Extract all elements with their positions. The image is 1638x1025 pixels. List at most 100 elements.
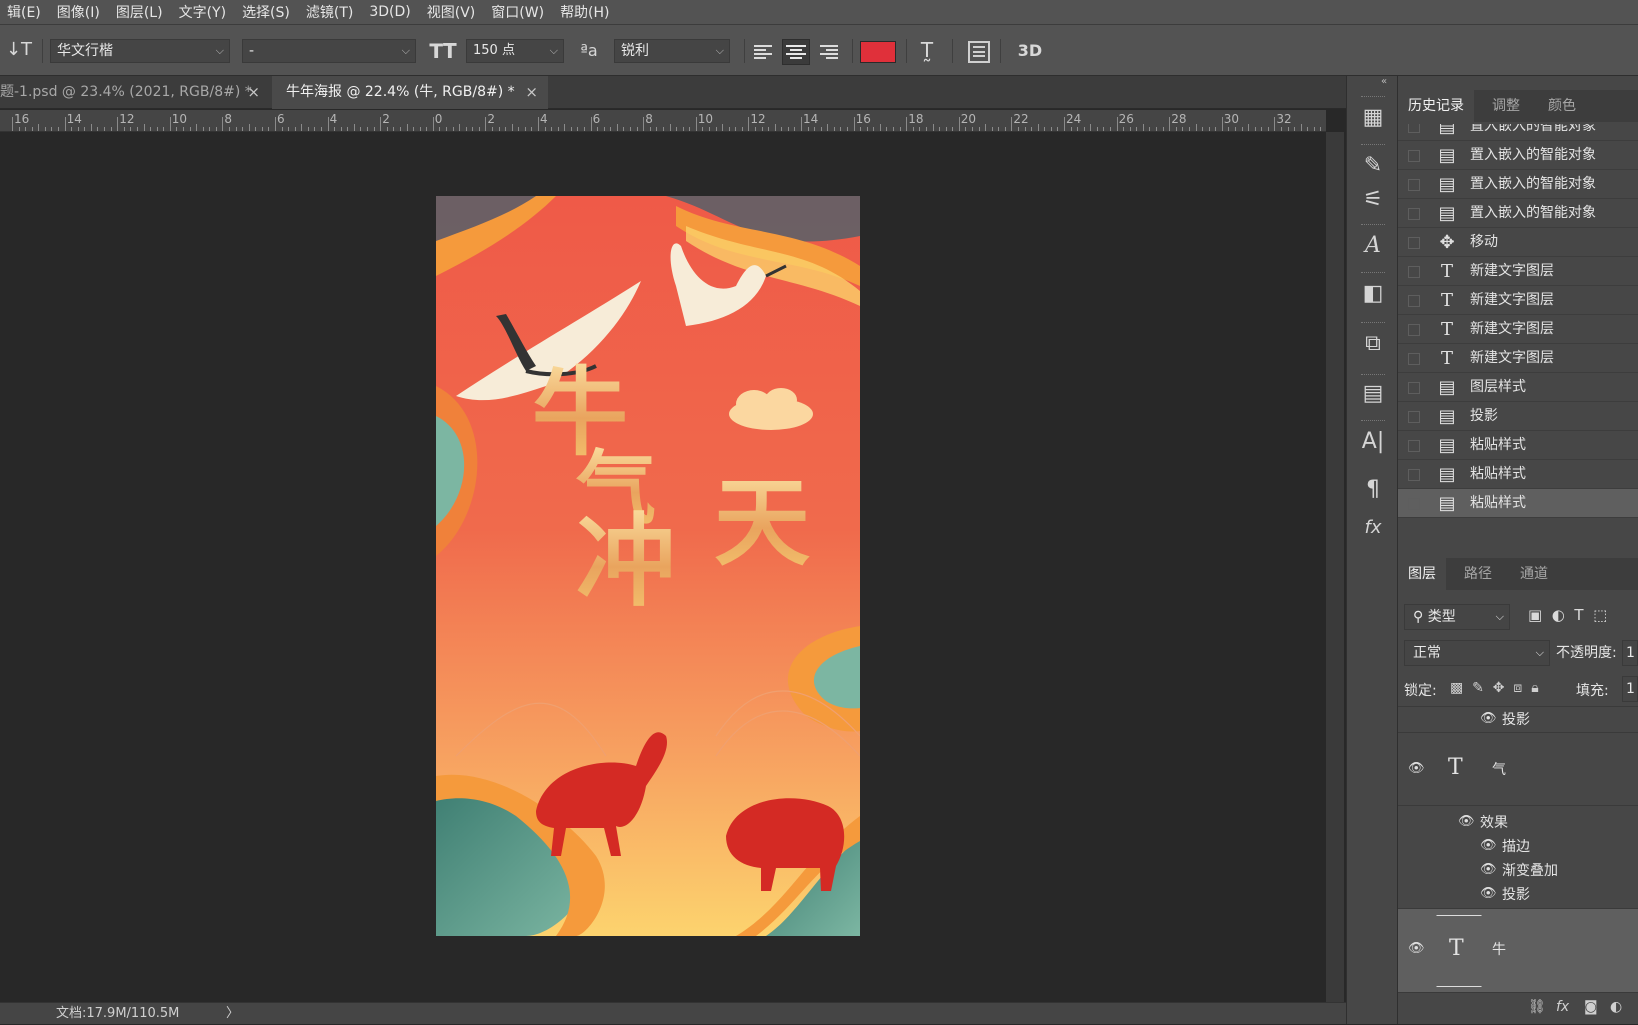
snapshot-checkbox[interactable] xyxy=(1408,179,1420,191)
brush-settings-icon[interactable]: ✎ xyxy=(1347,152,1399,180)
history-item[interactable]: T 新建文字图层 xyxy=(1398,315,1638,344)
effect-shadow-row[interactable]: 👁︎ 投影 xyxy=(1398,882,1638,906)
snapshot-checkbox[interactable] xyxy=(1408,411,1420,423)
text-color-swatch[interactable] xyxy=(860,41,896,63)
history-item[interactable]: ✥ 移动 xyxy=(1398,228,1638,257)
styles-fx-icon[interactable]: fx xyxy=(1347,514,1399,542)
3d-panel-icon[interactable]: ⧉ xyxy=(1347,330,1399,358)
filter-shape-icon[interactable]: ⬚ xyxy=(1593,606,1607,624)
filter-adjustment-icon[interactable]: ◐ xyxy=(1552,606,1565,624)
effect-stroke-row[interactable]: 👁︎ 描边 xyxy=(1398,834,1638,858)
glyphs-icon[interactable]: A xyxy=(1347,232,1399,260)
poster-artwork[interactable]: 牛 气 冲 天 xyxy=(436,196,860,936)
warp-text-icon[interactable]: T̰ xyxy=(912,38,942,62)
document-size[interactable]: 文档:17.9M/110.5M xyxy=(56,1003,179,1025)
tab-history[interactable]: 历史记录 xyxy=(1398,90,1474,122)
effect-gradient-row[interactable]: 👁︎ 渐变叠加 xyxy=(1398,858,1638,882)
eye-icon[interactable]: 👁︎ xyxy=(1408,761,1425,776)
menu-help[interactable]: 帮助(H) xyxy=(553,2,618,22)
close-icon[interactable]: × xyxy=(525,76,538,109)
libraries-icon[interactable]: ◧ xyxy=(1347,280,1399,308)
paragraph-icon[interactable]: ¶ xyxy=(1347,476,1399,504)
filter-type-icon[interactable]: T xyxy=(1574,606,1583,624)
font-style-select[interactable]: - ⌵ xyxy=(242,39,416,63)
menu-layer[interactable]: 图层(L) xyxy=(109,2,172,22)
character-icon[interactable]: A| xyxy=(1347,428,1399,456)
antialias-select[interactable]: 锐利 ⌵ xyxy=(614,39,730,63)
layer-row-niu[interactable]: 👁︎ T 牛 xyxy=(1398,908,1638,992)
adjustment-layer-icon[interactable]: ◐ xyxy=(1610,999,1622,1015)
font-family-select[interactable]: 华文行楷 ⌵ xyxy=(50,39,230,63)
horizontal-ruler[interactable]: 16 14 12 10 8 6 4 2 0 2 4 6 8 10 12 14 16 18 20 22 24 26 28 30 3… xyxy=(0,110,1326,132)
eye-icon[interactable]: 👁︎ xyxy=(1480,838,1497,853)
snapshot-checkbox[interactable] xyxy=(1408,353,1420,365)
align-left-button[interactable] xyxy=(752,42,776,62)
blend-mode-select[interactable]: 正常 ⌵ xyxy=(1404,640,1550,666)
lock-pixels-icon[interactable]: ✎ xyxy=(1472,680,1484,696)
tab-color[interactable]: 颜色 xyxy=(1538,90,1586,122)
eye-icon[interactable]: 👁︎ xyxy=(1480,711,1497,726)
eye-icon[interactable]: 👁︎ xyxy=(1458,814,1475,829)
history-item[interactable]: ▤ 粘贴样式 xyxy=(1398,431,1638,460)
properties-icon[interactable]: ▤ xyxy=(1347,380,1399,408)
snapshot-checkbox[interactable] xyxy=(1408,469,1420,481)
menu-filter[interactable]: 滤镜(T) xyxy=(299,2,362,22)
history-item[interactable]: T 新建文字图层 xyxy=(1398,257,1638,286)
menu-edit[interactable]: 辑(E) xyxy=(0,2,50,22)
link-layers-icon[interactable]: ⛓︎ xyxy=(1528,999,1546,1015)
vertical-scrollbar[interactable] xyxy=(1326,132,1344,1002)
layer-name[interactable]: 气 xyxy=(1492,759,1506,779)
snapshot-checkbox[interactable] xyxy=(1408,237,1420,249)
lock-transparent-icon[interactable]: ▩ xyxy=(1450,680,1463,696)
tab-adjustments[interactable]: 调整 xyxy=(1482,90,1530,122)
opacity-input[interactable]: 1 xyxy=(1622,640,1638,666)
menu-3d[interactable]: 3D(D) xyxy=(362,4,419,20)
history-item[interactable]: ▤ 粘贴样式 xyxy=(1398,489,1638,518)
layer-name[interactable]: 牛 xyxy=(1492,939,1506,959)
history-item[interactable]: ▤ 置入嵌入的智能对象 xyxy=(1398,124,1638,141)
fill-input[interactable]: 1 xyxy=(1622,676,1638,702)
menu-select[interactable]: 选择(S) xyxy=(235,2,299,22)
snapshot-checkbox[interactable] xyxy=(1408,208,1420,220)
snapshot-checkbox[interactable] xyxy=(1408,440,1420,452)
character-panel-icon[interactable] xyxy=(968,41,990,63)
adjustments-icon[interactable]: ⚟ xyxy=(1347,186,1399,214)
eye-icon[interactable]: 👁︎ xyxy=(1480,886,1497,901)
snapshot-checkbox[interactable] xyxy=(1408,382,1420,394)
menu-view[interactable]: 视图(V) xyxy=(420,2,485,22)
menu-type[interactable]: 文字(Y) xyxy=(172,2,235,22)
snapshot-checkbox[interactable] xyxy=(1408,498,1420,510)
filter-pixel-icon[interactable]: ▣ xyxy=(1528,606,1542,624)
layer-filter-select[interactable]: ⚲ 类型 ⌵ xyxy=(1404,604,1510,630)
history-item[interactable]: T 新建文字图层 xyxy=(1398,286,1638,315)
lock-all-icon[interactable]: 🔒︎ xyxy=(1531,680,1538,696)
collapse-arrows-icon[interactable]: « xyxy=(1381,76,1387,87)
tab-layers[interactable]: 图层 xyxy=(1398,558,1446,590)
grid-icon[interactable]: ▦ xyxy=(1347,104,1399,132)
history-item[interactable]: ▤ 置入嵌入的智能对象 xyxy=(1398,199,1638,228)
eye-icon[interactable]: 👁︎ xyxy=(1408,941,1425,956)
history-item[interactable]: ▤ 置入嵌入的智能对象 xyxy=(1398,141,1638,170)
fx-icon[interactable]: fx xyxy=(1556,999,1569,1015)
eye-icon[interactable]: 👁︎ xyxy=(1480,862,1497,877)
font-size-select[interactable]: 150 点 ⌵ xyxy=(466,39,564,63)
tab-channels[interactable]: 通道 xyxy=(1510,558,1558,590)
snapshot-checkbox[interactable] xyxy=(1408,324,1420,336)
history-item[interactable]: T 新建文字图层 xyxy=(1398,344,1638,373)
align-right-button[interactable] xyxy=(818,42,842,62)
menu-image[interactable]: 图像(I) xyxy=(50,2,109,22)
layer-effect-row[interactable]: 👁︎ 投影 xyxy=(1398,706,1638,730)
snapshot-checkbox[interactable] xyxy=(1408,150,1420,162)
tab-document-1[interactable]: 题-1.psd @ 23.4% (2021, RGB/8#) * × xyxy=(0,76,270,109)
menu-window[interactable]: 窗口(W) xyxy=(484,2,553,22)
close-icon[interactable]: × xyxy=(247,76,260,109)
status-arrow-icon[interactable]: 〉 xyxy=(226,1003,239,1025)
lock-position-icon[interactable]: ✥ xyxy=(1493,680,1505,696)
effects-row[interactable]: 👁︎ 效果 xyxy=(1398,810,1638,834)
history-item[interactable]: ▤ 粘贴样式 xyxy=(1398,460,1638,489)
snapshot-checkbox[interactable] xyxy=(1408,266,1420,278)
tab-document-2[interactable]: 牛年海报 @ 22.4% (牛, RGB/8#) * × xyxy=(272,76,548,109)
history-item[interactable]: ▤ 置入嵌入的智能对象 xyxy=(1398,170,1638,199)
layer-row-qi[interactable]: 👁︎ T 气 xyxy=(1398,732,1638,806)
align-center-button[interactable] xyxy=(782,39,810,65)
